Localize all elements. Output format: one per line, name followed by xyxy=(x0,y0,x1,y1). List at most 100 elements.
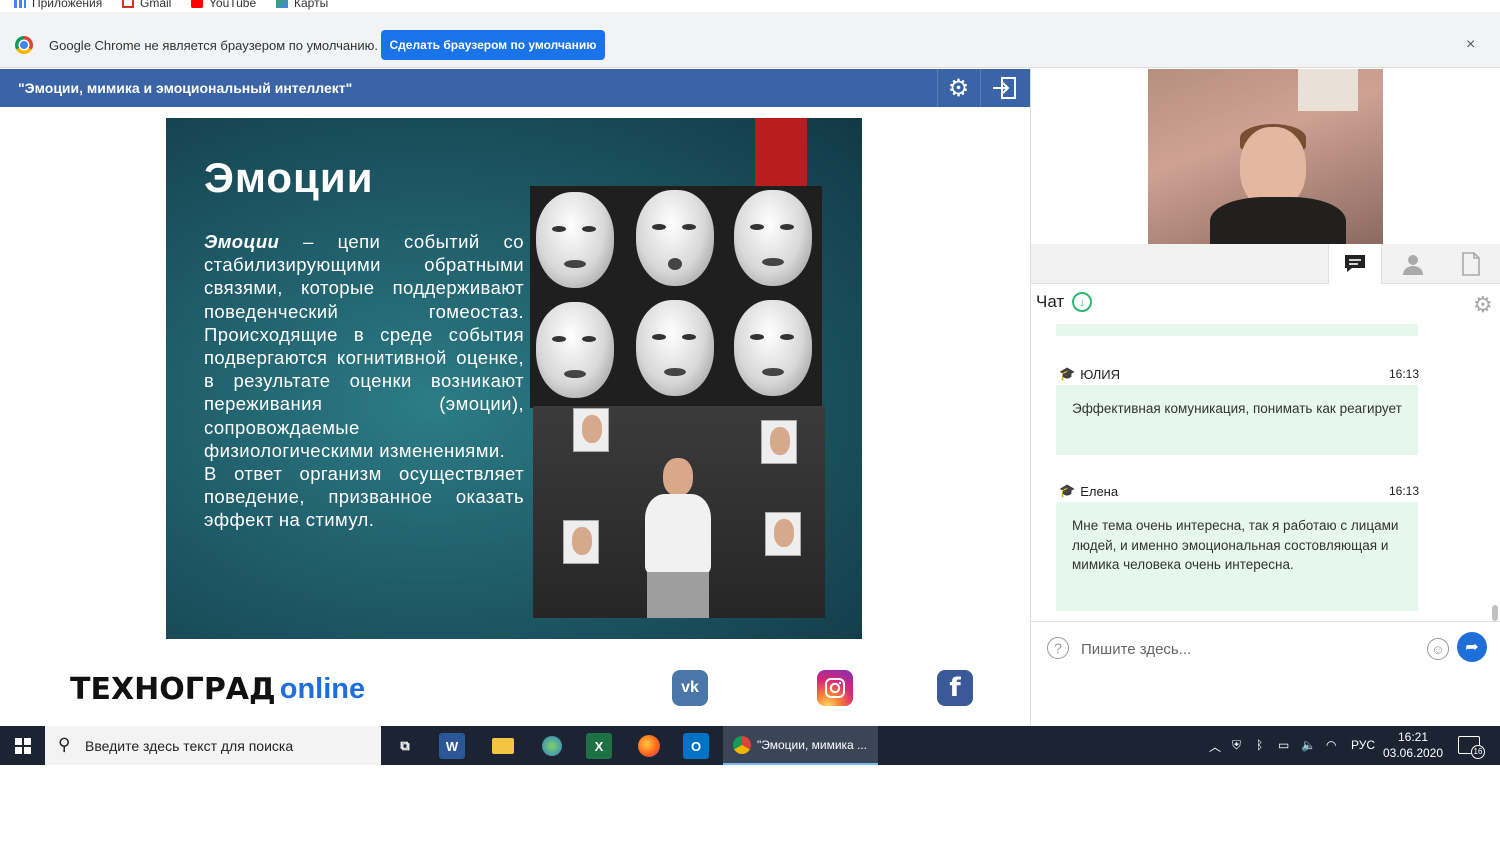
webcam-video xyxy=(1148,69,1383,244)
face-card xyxy=(573,408,609,452)
download-icon[interactable]: ↓ xyxy=(1072,292,1093,312)
message-time: 16:13 xyxy=(1388,367,1419,381)
tab-chat[interactable] xyxy=(1328,244,1382,284)
clock-date: 03.06.2020 xyxy=(1382,746,1444,760)
chat-header: Чат ↓ xyxy=(1036,292,1093,312)
set-default-browser-button[interactable]: Сделать браузером по умолчанию xyxy=(381,30,605,60)
slide-heading: Эмоции xyxy=(204,154,374,201)
vk-icon[interactable]: vk xyxy=(672,670,708,706)
chrome-icon xyxy=(15,36,33,54)
taskbar-search-input[interactable]: Введите здесь текст для поиска xyxy=(85,738,293,754)
bookmark-youtube[interactable]: YouTube xyxy=(191,0,256,10)
mask-sad xyxy=(536,192,614,288)
previous-message-bubble xyxy=(1056,324,1418,336)
file-explorer-icon[interactable] xyxy=(488,731,518,761)
notification-center-icon[interactable]: 16 xyxy=(1458,736,1485,759)
chat-title: Чат xyxy=(1036,292,1065,311)
woman-skirt xyxy=(647,572,709,618)
mask-angry xyxy=(636,300,714,396)
message-header: 🎓 ЮЛИЯ 16:13 xyxy=(1059,366,1419,382)
bookmark-apps[interactable]: Приложения xyxy=(14,0,102,10)
chat-settings-gear-icon[interactable]: ⚙ xyxy=(1473,292,1493,318)
slide-accent-bar xyxy=(755,118,807,186)
youtube-icon xyxy=(191,0,203,8)
exit-icon[interactable] xyxy=(980,69,1026,107)
chat-input-row: ? Пишите здесь... ☺ ➦ xyxy=(1031,621,1500,671)
panel-tabs xyxy=(1031,244,1500,284)
mask-surprised xyxy=(636,190,714,286)
facebook-icon[interactable]: f xyxy=(937,670,973,706)
infobar-message: Google Chrome не является браузером по у… xyxy=(49,38,378,53)
presentation-header: "Эмоции, мимика и эмоциональный интеллек… xyxy=(0,69,1030,107)
message-author: Елена xyxy=(1080,483,1119,499)
outlook-icon[interactable]: O xyxy=(683,733,709,759)
message-time: 16:13 xyxy=(1388,484,1419,498)
graduation-cap-icon: 🎓 xyxy=(1059,366,1076,381)
windows-logo-icon xyxy=(14,737,31,754)
taskbar-search[interactable]: ⚲ Введите здесь текст для поиска xyxy=(45,726,381,765)
close-icon[interactable]: × xyxy=(1466,36,1475,54)
clock[interactable]: 16:21 03.06.2020 xyxy=(1380,729,1446,761)
firefox-icon[interactable] xyxy=(634,731,664,761)
chat-input[interactable]: Пишите здесь... xyxy=(1081,641,1191,658)
message-bubble: Эффективная комуникация, понимать как ре… xyxy=(1056,385,1418,455)
help-icon[interactable]: ? xyxy=(1047,637,1069,659)
chat-scrollbar[interactable] xyxy=(1492,605,1498,621)
chrome-icon xyxy=(733,735,751,754)
browser-globe-icon[interactable] xyxy=(537,731,567,761)
woman-head xyxy=(663,458,693,496)
presentation-slide: Эмоции Эмоции – цепи событий со стабилиз… xyxy=(166,118,862,639)
default-browser-infobar: Google Chrome не является браузером по у… xyxy=(0,12,1500,68)
presentation-title: "Эмоции, мимика и эмоциональный интеллек… xyxy=(18,80,353,96)
face-card xyxy=(761,420,797,464)
mask-fear xyxy=(734,300,812,396)
message-header: 🎓 Елена 16:13 xyxy=(1059,483,1419,499)
bookmarks-bar: Приложения Gmail YouTube Карты xyxy=(0,0,1500,12)
technograd-logo: ТЕХНОГРАД online xyxy=(70,671,366,707)
graduation-cap-icon: 🎓 xyxy=(1059,483,1076,498)
chevron-up-icon[interactable]: ︿ xyxy=(1209,738,1221,755)
bookmark-gmail[interactable]: Gmail xyxy=(122,0,171,10)
document-icon xyxy=(1462,252,1480,276)
volume-icon[interactable]: 🔈 xyxy=(1301,738,1316,752)
search-icon: ⚲ xyxy=(58,735,71,754)
battery-icon[interactable]: ▭ xyxy=(1278,738,1289,752)
chat-bubble-icon xyxy=(1345,255,1365,272)
slide-paragraph-1: – цепи событий со стабилизирующими обрат… xyxy=(204,231,524,461)
presenter-body xyxy=(1210,197,1346,244)
task-view-icon[interactable]: ⧉ xyxy=(390,731,420,761)
start-button[interactable] xyxy=(0,726,45,765)
notification-count: 16 xyxy=(1471,745,1485,759)
slide-paragraph-2: В ответ организм осуществляет поведение,… xyxy=(204,463,524,531)
bluetooth-icon[interactable]: ᛒ xyxy=(1256,738,1263,752)
face-card xyxy=(563,520,599,564)
windows-taskbar: ⚲ Введите здесь текст для поиска ⧉ W X O… xyxy=(0,726,1500,765)
woman-blouse xyxy=(645,494,711,574)
defender-shield-icon[interactable]: ⛨ xyxy=(1232,738,1241,753)
send-icon[interactable]: ➦ xyxy=(1457,632,1487,662)
wall-poster xyxy=(1298,69,1358,111)
slide-body-text: Эмоции – цепи событий со стабилизирующим… xyxy=(204,230,524,532)
clock-time: 16:21 xyxy=(1397,730,1429,744)
instagram-icon[interactable] xyxy=(817,670,853,706)
right-panel: Чат ↓ ⚙ 🎓 ЮЛИЯ 16:13 Эффективная комуник… xyxy=(1030,69,1500,726)
masks-image xyxy=(530,186,822,408)
excel-icon[interactable]: X xyxy=(586,733,612,759)
settings-gear-icon[interactable]: ⚙ xyxy=(937,69,979,107)
maps-icon xyxy=(276,0,288,8)
mask-disgust xyxy=(536,302,614,398)
gmail-icon xyxy=(122,0,134,8)
language-indicator[interactable]: РУС xyxy=(1351,738,1375,752)
taskbar-chrome-window[interactable]: "Эмоции, мимика ... xyxy=(723,726,878,765)
mask-happy xyxy=(734,190,812,286)
slide-term: Эмоции xyxy=(204,231,280,252)
tab-participants[interactable] xyxy=(1386,244,1440,284)
bookmark-maps[interactable]: Карты xyxy=(276,0,328,10)
apps-grid-icon xyxy=(14,0,26,8)
tab-files[interactable] xyxy=(1444,244,1498,284)
woman-with-faces-image xyxy=(533,406,825,618)
wifi-icon[interactable]: ◠ xyxy=(1326,738,1336,752)
face-card xyxy=(765,512,801,556)
word-icon[interactable]: W xyxy=(439,733,465,759)
emoji-icon[interactable]: ☺ xyxy=(1427,638,1449,660)
